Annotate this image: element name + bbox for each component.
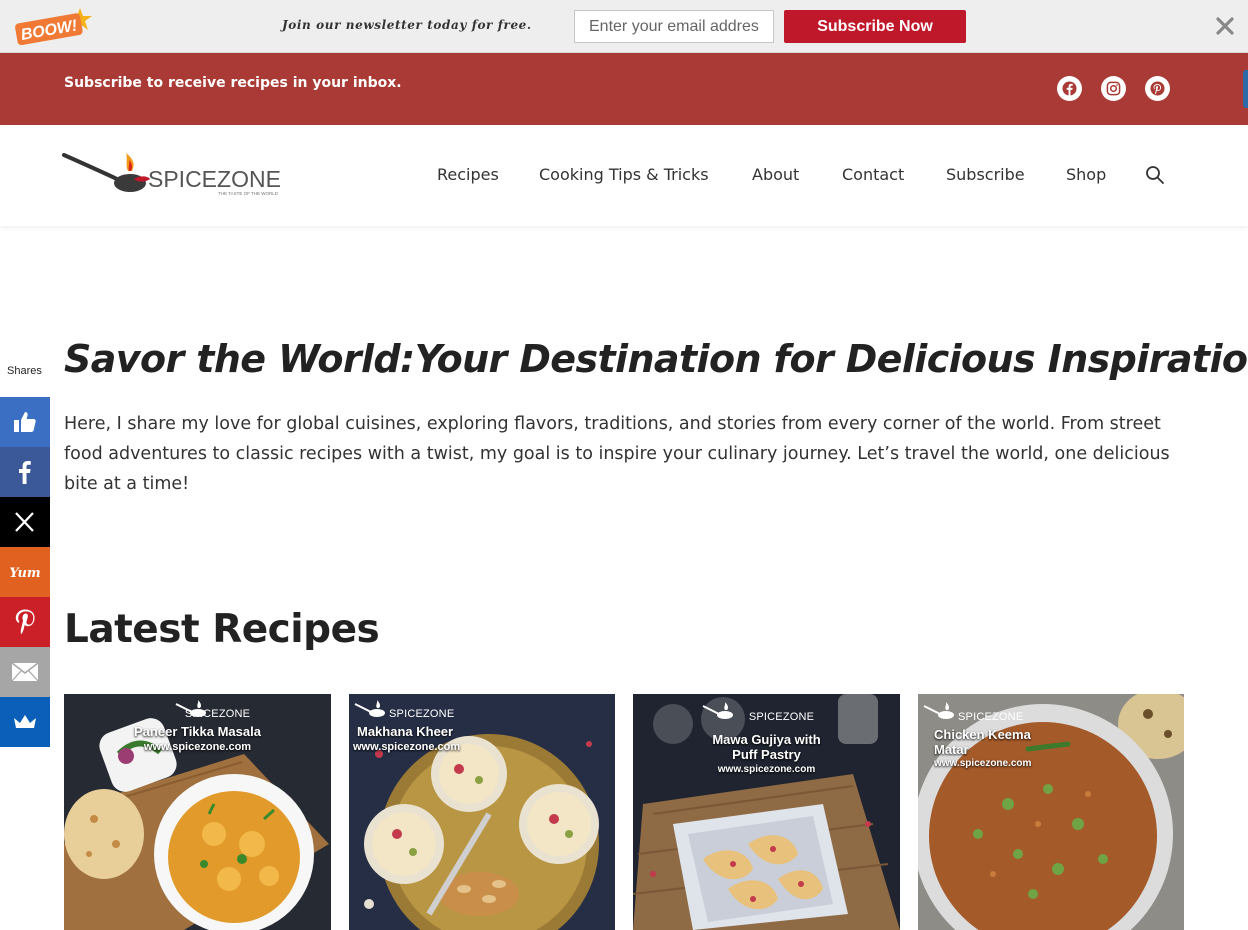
pinterest-share-button[interactable] (0, 597, 50, 647)
newsletter-email-input[interactable] (574, 10, 774, 43)
card-url: www.spicezone.com (353, 741, 461, 753)
latest-recipes-heading: Latest Recipes (64, 607, 380, 652)
sumo-crown-icon (14, 715, 36, 728)
facebook-icon[interactable] (1057, 76, 1082, 101)
nav-shop[interactable]: Shop (1066, 165, 1106, 184)
nav-recipes[interactable]: Recipes (437, 165, 499, 184)
like-button[interactable] (0, 397, 50, 447)
shares-label: Shares (7, 365, 42, 377)
like-icon (14, 412, 36, 432)
logo-name: SPICEZONE (148, 166, 281, 192)
card-brand: SPICEZONE (748, 711, 815, 723)
yummly-icon: Yum (9, 566, 40, 581)
card-title: Chicken Keema Matar (934, 727, 1031, 757)
card-brand: SPICEZONE (184, 708, 251, 720)
hero-description: Here, I share my love for global cuisine… (64, 414, 1170, 494)
scroll-tab[interactable] (1243, 70, 1248, 108)
card-brand: SPICEZONE (389, 708, 455, 720)
recipe-card-mawa-gujiya[interactable]: SPICEZONE Mawa Gujiya with Puff Pastry w… (633, 694, 900, 930)
card-title: Mawa Gujiya with Puff Pastry (712, 732, 821, 762)
svg-text:Yum: Yum (9, 566, 40, 581)
nav-contact[interactable]: Contact (842, 165, 904, 184)
email-icon (11, 662, 39, 682)
hero-title: Savor the World:Your Destination for Del… (64, 337, 1248, 381)
spicezone-logo[interactable]: SPICEZONE THE TASTE OF THE WORLD (62, 149, 287, 201)
search-icon[interactable] (1145, 165, 1165, 185)
nav-cooking-tips[interactable]: Cooking Tips & Tricks (539, 165, 709, 184)
facebook-share-button[interactable] (0, 447, 50, 497)
newsletter-bar: BOOW! Join our newsletter today for free… (0, 0, 1248, 53)
spicezone-watermark-icon (923, 702, 954, 719)
close-icon[interactable] (1213, 14, 1237, 38)
recipe-card-paneer-tikka-masala[interactable]: SPICEZONE Paneer Tikka Masala www.spicez… (64, 694, 331, 930)
card-url: www.spicezone.com (717, 764, 816, 775)
instagram-icon[interactable] (1101, 76, 1126, 101)
card-url: www.spicezone.com (143, 741, 252, 753)
card-url: www.spicezone.com (934, 758, 1032, 769)
sumo-share-button[interactable] (0, 697, 50, 747)
card-title: Makhana Kheer (357, 724, 454, 739)
yummly-share-button[interactable]: Yum (0, 547, 50, 597)
recipe-card-makhana-kheer[interactable]: SPICEZONE Makhana Kheer www.spicezone.co… (349, 694, 616, 930)
spicezone-watermark-icon (354, 700, 385, 717)
pinterest-icon[interactable] (1145, 76, 1170, 101)
boow-badge-logo: BOOW! (15, 8, 92, 46)
recipe-card-chicken-keema-matar[interactable]: SPICEZONE Chicken Keema Matar www.spicez… (918, 694, 1185, 930)
card-title: Paneer Tikka Masala (134, 724, 261, 739)
subscribe-banner: Subscribe to receive recipes in your inb… (0, 53, 1248, 125)
facebook-icon (19, 461, 31, 484)
subscribe-now-button[interactable]: Subscribe Now (784, 10, 966, 43)
subscribe-banner-text: Subscribe to receive recipes in your inb… (64, 75, 402, 91)
site-header: SPICEZONE THE TASTE OF THE WORLD Recipes… (0, 125, 1248, 226)
nav-subscribe[interactable]: Subscribe (946, 165, 1025, 184)
email-share-button[interactable] (0, 647, 50, 697)
pinterest-icon (15, 609, 35, 634)
x-icon (15, 512, 34, 532)
mawa-gujiya-image (633, 694, 900, 930)
x-share-button[interactable] (0, 497, 50, 547)
logo-tagline: THE TASTE OF THE WORLD (218, 191, 279, 196)
nav-about[interactable]: About (752, 165, 799, 184)
newsletter-text: Join our newsletter today for free. (282, 18, 532, 32)
card-brand: SPICEZONE (958, 711, 1024, 723)
